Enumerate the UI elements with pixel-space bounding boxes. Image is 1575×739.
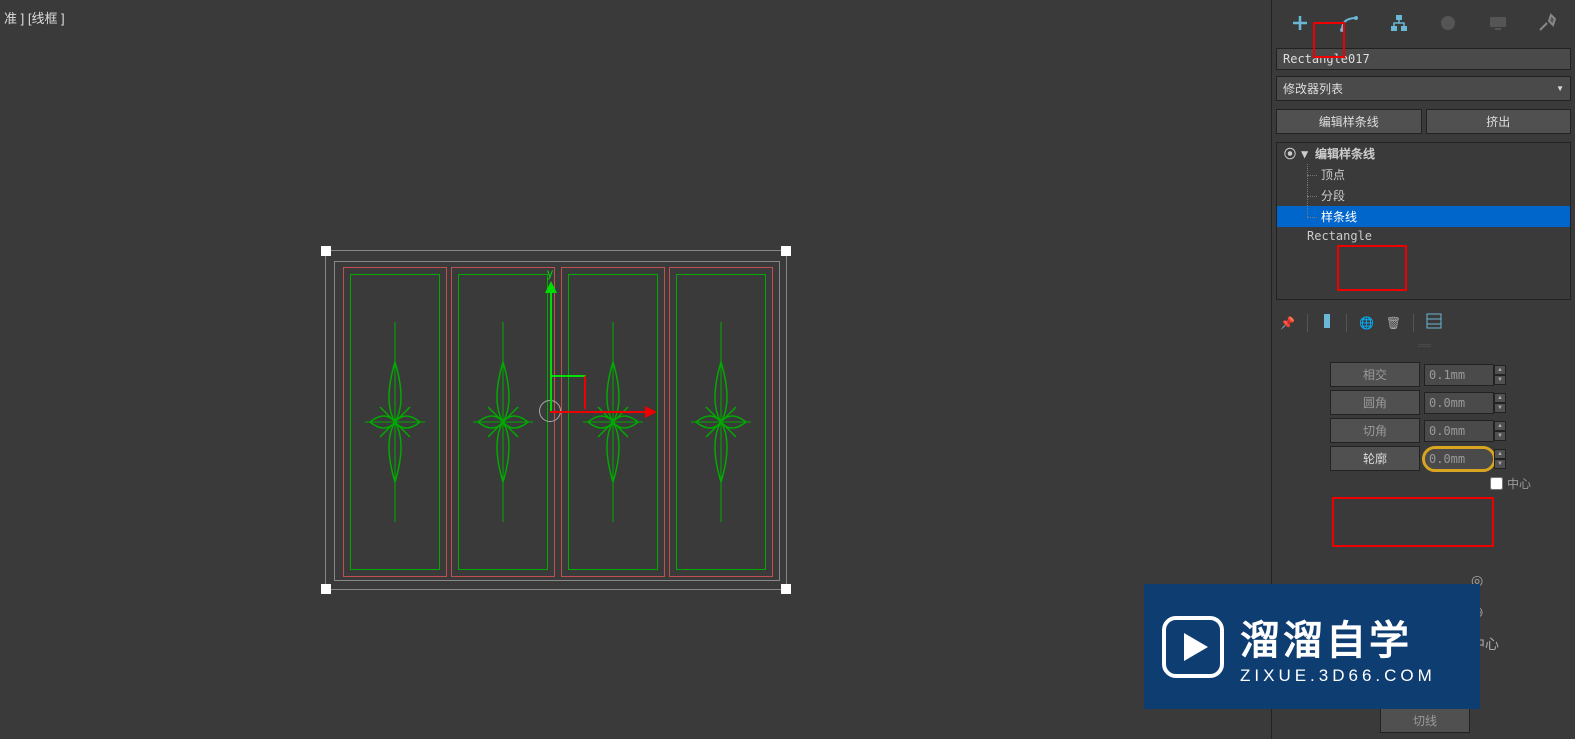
gizmo-x-arrow bbox=[645, 406, 657, 418]
stack-item-label: 样条线 bbox=[1321, 208, 1357, 225]
gizmo-y-label: y bbox=[547, 266, 553, 280]
door-panel-2 bbox=[451, 267, 555, 577]
center-label: 中心 bbox=[1507, 475, 1531, 492]
expand-arrow-icon[interactable]: ▼ bbox=[1301, 147, 1311, 161]
visibility-icon[interactable]: ⦿ bbox=[1283, 145, 1297, 162]
rollout-drag-handle[interactable] bbox=[1272, 341, 1575, 349]
outline-spinner[interactable]: ▲▼ bbox=[1494, 449, 1506, 469]
gizmo-xy-plane[interactable] bbox=[552, 375, 586, 409]
stack-item-label: 编辑样条线 bbox=[1315, 145, 1375, 162]
stack-segment[interactable]: 分段 bbox=[1277, 185, 1570, 206]
fillet-value[interactable]: 0.0mm bbox=[1424, 392, 1494, 414]
ornament-svg bbox=[691, 322, 751, 522]
modifier-list-dropdown[interactable]: 修改器列表 bbox=[1276, 76, 1571, 101]
door-panel-3 bbox=[561, 267, 665, 577]
outline-value[interactable]: 0.0mm bbox=[1424, 448, 1494, 470]
outline-button[interactable]: 轮廓 bbox=[1330, 446, 1420, 471]
edit-spline-button[interactable]: 编辑样条线 bbox=[1276, 109, 1422, 134]
scale-handle-tr[interactable] bbox=[781, 246, 791, 256]
display-tab-icon[interactable] bbox=[1485, 10, 1511, 36]
modify-tab-icon[interactable] bbox=[1336, 10, 1362, 36]
stack-spline[interactable]: 样条线 bbox=[1277, 206, 1570, 227]
extrude-button[interactable]: 挤出 bbox=[1426, 109, 1572, 134]
watermark-play-icon bbox=[1162, 616, 1224, 678]
pin-stack-icon[interactable]: 📌 bbox=[1280, 316, 1295, 330]
door-panel-4 bbox=[669, 267, 773, 577]
chamfer-value[interactable]: 0.0mm bbox=[1424, 420, 1494, 442]
stack-item-label: 分段 bbox=[1321, 187, 1345, 204]
watermark-title: 溜溜自学 bbox=[1240, 608, 1436, 666]
door-panel-1 bbox=[343, 267, 447, 577]
make-unique-icon[interactable]: 🌐 bbox=[1359, 316, 1374, 330]
viewport[interactable]: 准 ] [线框 ] bbox=[0, 0, 1271, 739]
stack-item-label: 顶点 bbox=[1321, 166, 1345, 183]
viewport-label: 准 ] [线框 ] bbox=[4, 8, 65, 27]
gizmo-x-axis[interactable] bbox=[550, 411, 645, 413]
object-name-field[interactable]: Rectangle017 bbox=[1276, 48, 1571, 70]
gizmo-y-arrow bbox=[545, 281, 557, 293]
scale-handle-tl[interactable] bbox=[321, 246, 331, 256]
watermark-url: ZIXUE.3D66.COM bbox=[1240, 666, 1436, 686]
chamfer-spinner[interactable]: ▲▼ bbox=[1494, 421, 1506, 441]
trim-button[interactable]: 切线 bbox=[1380, 708, 1470, 733]
selection-bounds: y bbox=[325, 250, 787, 590]
fillet-button[interactable]: 圆角 bbox=[1330, 390, 1420, 415]
ornament-svg bbox=[365, 322, 425, 522]
configure-sets-icon[interactable] bbox=[1426, 313, 1442, 332]
remove-modifier-icon[interactable]: 🗑 bbox=[1386, 316, 1401, 330]
stack-edit-spline[interactable]: ⦿ ▼ 编辑样条线 bbox=[1277, 143, 1570, 164]
modifier-list-label: 修改器列表 bbox=[1283, 80, 1343, 97]
ornament-svg bbox=[583, 322, 643, 522]
intersect-spinner[interactable]: ▲▼ bbox=[1494, 365, 1506, 385]
create-tab-icon[interactable] bbox=[1287, 10, 1313, 36]
utilities-tab-icon[interactable] bbox=[1534, 10, 1560, 36]
stack-rectangle[interactable]: Rectangle bbox=[1277, 227, 1570, 245]
motion-tab-icon[interactable] bbox=[1435, 10, 1461, 36]
intersect-value[interactable]: 0.1mm bbox=[1424, 364, 1494, 386]
watermark: 溜溜自学 ZIXUE.3D66.COM bbox=[1144, 584, 1480, 709]
modifier-stack[interactable]: ⦿ ▼ 编辑样条线 顶点 分段 样条线 Rectangle bbox=[1276, 142, 1571, 300]
stack-vertex[interactable]: 顶点 bbox=[1277, 164, 1570, 185]
fillet-spinner[interactable]: ▲▼ bbox=[1494, 393, 1506, 413]
door-frame-outer bbox=[334, 261, 780, 581]
show-end-result-icon[interactable] bbox=[1320, 312, 1334, 333]
intersect-button[interactable]: 相交 bbox=[1330, 362, 1420, 387]
center-checkbox[interactable] bbox=[1490, 477, 1503, 490]
scale-handle-br[interactable] bbox=[781, 584, 791, 594]
hierarchy-tab-icon[interactable] bbox=[1386, 10, 1412, 36]
ornament-svg bbox=[473, 322, 533, 522]
scale-handle-bl[interactable] bbox=[321, 584, 331, 594]
stack-item-label: Rectangle bbox=[1307, 229, 1372, 243]
chamfer-button[interactable]: 切角 bbox=[1330, 418, 1420, 443]
